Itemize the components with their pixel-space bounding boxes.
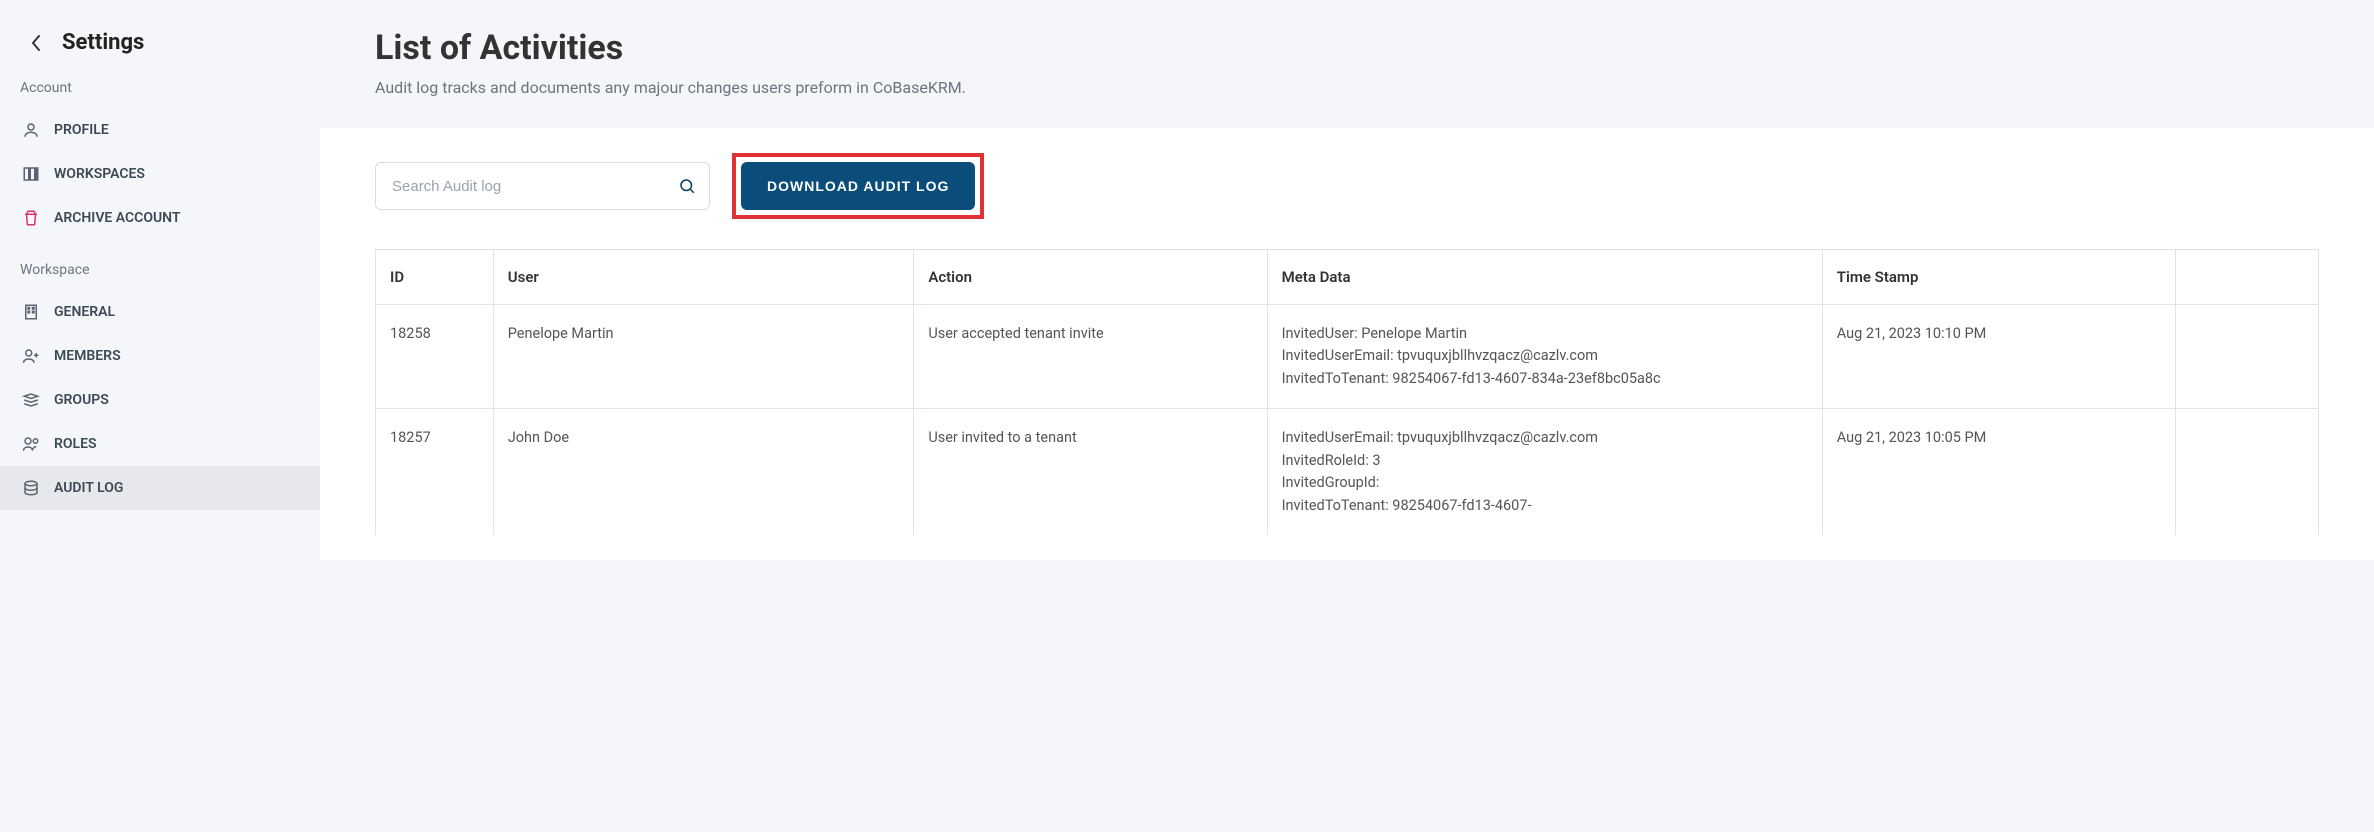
sidebar-item-groups[interactable]: GROUPS [0, 378, 320, 422]
sidebar-item-members[interactable]: MEMBERS [0, 334, 320, 378]
sidebar-item-label: GENERAL [54, 304, 115, 320]
cell-time: Aug 21, 2023 10:10 PM [1822, 305, 2175, 409]
main-content: List of Activities Audit log tracks and … [320, 0, 2374, 832]
sidebar-item-roles[interactable]: ROLES [0, 422, 320, 466]
audit-log-table: ID User Action Meta Data Time Stamp 1825… [375, 249, 2319, 535]
sidebar-item-label: AUDIT LOG [54, 480, 123, 496]
cell-meta: InvitedUserEmail: tpvuquxjbllhvzqacz@caz… [1267, 409, 1822, 535]
toolbar: DOWNLOAD AUDIT LOG [375, 153, 2319, 219]
col-header-id: ID [376, 250, 494, 305]
col-header-time: Time Stamp [1822, 250, 2175, 305]
sidebar-item-general[interactable]: GENERAL [0, 290, 320, 334]
table-row: 18258 Penelope Martin User accepted tena… [376, 305, 2319, 409]
settings-header: Settings [0, 30, 320, 80]
download-audit-log-button[interactable]: DOWNLOAD AUDIT LOG [741, 162, 975, 210]
cell-id: 18258 [376, 305, 494, 409]
sidebar-item-profile[interactable]: PROFILE [0, 108, 320, 152]
search-input[interactable] [375, 162, 710, 210]
groups-icon [20, 389, 42, 411]
cell-action: User accepted tenant invite [914, 305, 1267, 409]
cell-user: John Doe [493, 409, 914, 535]
search-icon[interactable] [678, 177, 696, 195]
sidebar-item-workspaces[interactable]: WORKSPACES [0, 152, 320, 196]
sidebar: Settings Account PROFILE WORKSPACES ARCH… [0, 0, 320, 832]
sidebar-item-audit-log[interactable]: AUDIT LOG [0, 466, 320, 510]
workspaces-icon [20, 163, 42, 185]
members-icon [20, 345, 42, 367]
auditlog-icon [20, 477, 42, 499]
archive-icon [20, 207, 42, 229]
sidebar-item-label: PROFILE [54, 122, 109, 138]
profile-icon [20, 119, 42, 141]
col-header-action: Action [914, 250, 1267, 305]
col-header-user: User [493, 250, 914, 305]
sidebar-item-archive-account[interactable]: ARCHIVE ACCOUNT [0, 196, 320, 240]
roles-icon [20, 433, 42, 455]
table-header-row: ID User Action Meta Data Time Stamp [376, 250, 2319, 305]
content-card: DOWNLOAD AUDIT LOG ID User Action Meta D… [320, 128, 2374, 560]
table-row: 18257 John Doe User invited to a tenant … [376, 409, 2319, 535]
highlight-box: DOWNLOAD AUDIT LOG [732, 153, 984, 219]
cell-id: 18257 [376, 409, 494, 535]
cell-time: Aug 21, 2023 10:05 PM [1822, 409, 2175, 535]
cell-extra [2175, 305, 2318, 409]
sidebar-item-label: WORKSPACES [54, 166, 145, 182]
settings-title: Settings [62, 30, 144, 55]
page-title: List of Activities [375, 28, 2319, 68]
cell-action: User invited to a tenant [914, 409, 1267, 535]
page-header: List of Activities Audit log tracks and … [320, 0, 2374, 108]
cell-user: Penelope Martin [493, 305, 914, 409]
cell-extra [2175, 409, 2318, 535]
sidebar-item-label: ROLES [54, 436, 97, 452]
col-header-meta: Meta Data [1267, 250, 1822, 305]
page-subtitle: Audit log tracks and documents any majou… [375, 78, 2319, 97]
sidebar-item-label: MEMBERS [54, 348, 121, 364]
back-icon[interactable] [30, 34, 42, 52]
section-label-workspace: Workspace [0, 262, 320, 290]
col-header-extra [2175, 250, 2318, 305]
search-wrap [375, 162, 710, 210]
sidebar-item-label: ARCHIVE ACCOUNT [54, 210, 181, 226]
cell-meta: InvitedUser: Penelope Martin InvitedUser… [1267, 305, 1822, 409]
general-icon [20, 301, 42, 323]
section-label-account: Account [0, 80, 320, 108]
sidebar-item-label: GROUPS [54, 392, 109, 408]
